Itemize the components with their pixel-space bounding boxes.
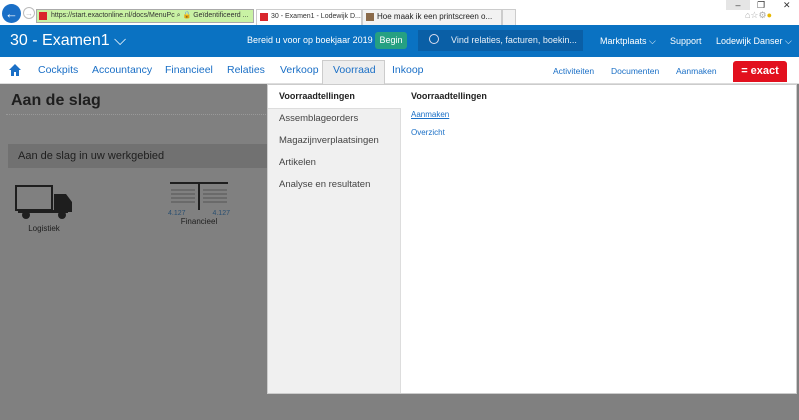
- dropdown-left-column: Voorraadtellingen Assemblageorders Magaz…: [268, 85, 401, 393]
- exact-logo: = exact: [733, 61, 787, 82]
- activiteiten-link[interactable]: Activiteiten: [553, 66, 594, 76]
- menu-item-magazijnverplaatsingen[interactable]: Magazijnverplaatsingen: [279, 135, 379, 146]
- tile-value-credit: 4.127: [212, 210, 230, 217]
- link-overzicht[interactable]: Overzicht: [411, 128, 445, 137]
- nav-financieel[interactable]: Financieel: [165, 64, 213, 76]
- site-icon: [39, 12, 47, 20]
- tile-label: Logistiek: [28, 224, 60, 233]
- home-icon[interactable]: [9, 64, 21, 76]
- link-aanmaken[interactable]: Aanmaken: [411, 110, 449, 119]
- search-input[interactable]: Vind relaties, facturen, boekin...: [418, 30, 583, 51]
- company-selector[interactable]: 30 - Examen1 ⌵: [10, 32, 126, 50]
- nav-relaties[interactable]: Relaties: [227, 64, 265, 76]
- tab-label: Hoe maak ik een printscreen o...: [377, 12, 493, 21]
- nav-accountancy[interactable]: Accountancy: [92, 64, 152, 76]
- truck-icon: [15, 185, 72, 219]
- begin-button[interactable]: Begin: [375, 32, 407, 49]
- promo-text: Bereid u voor op boekjaar 2019: [247, 35, 373, 45]
- minimize-button[interactable]: –: [726, 0, 750, 10]
- divider: [6, 114, 266, 115]
- back-button[interactable]: ←: [2, 4, 21, 23]
- browser-chrome: ← → https://start.exactonline.nl/docs/Me…: [0, 0, 799, 25]
- menu-item-artikelen[interactable]: Artikelen: [279, 157, 316, 168]
- main-nav: Cockpits Accountancy Financieel Relaties…: [0, 57, 799, 84]
- user-menu[interactable]: Lodewijk Danser ⌵: [716, 36, 792, 47]
- voorraad-dropdown: Voorraadtellingen Assemblageorders Magaz…: [267, 84, 797, 394]
- tile-financieel[interactable]: 4.127 4.127 Financieel: [168, 182, 230, 226]
- tab-label: 30 - Examen1 - Lodewijk D...: [271, 13, 361, 20]
- support-link[interactable]: Support: [670, 36, 702, 46]
- search-placeholder: Vind relaties, facturen, boekin...: [451, 35, 577, 45]
- nav-cockpits[interactable]: Cockpits: [38, 64, 78, 76]
- forward-button[interactable]: →: [23, 7, 35, 19]
- tile-logistiek[interactable]: Logistiek: [14, 184, 74, 233]
- tile-label: Financieel: [180, 217, 218, 226]
- menu-item-analyse[interactable]: Analyse en resultaten: [279, 179, 370, 190]
- nav-inkoop[interactable]: Inkoop: [392, 64, 424, 76]
- menu-item-voorraadtellingen[interactable]: Voorraadtellingen: [268, 85, 401, 109]
- page-title: Aan de slag: [11, 92, 101, 109]
- aanmaken-link[interactable]: Aanmaken: [676, 66, 717, 76]
- address-bar[interactable]: https://start.exactonline.nl/docs/MenuPc…: [36, 9, 254, 23]
- url: https://start.exactonline.nl/docs/MenuPc: [51, 12, 175, 19]
- nav-voorraad[interactable]: Voorraad: [333, 64, 376, 76]
- app-header: 30 - Examen1 ⌵ Bereid u voor op boekjaar…: [0, 25, 799, 57]
- nav-verkoop[interactable]: Verkoop: [280, 64, 319, 76]
- home-star-gear-icon[interactable]: ⌂☆⚙●: [745, 10, 772, 21]
- tab-icon: [260, 13, 268, 21]
- tab-printscreen[interactable]: Hoe maak ik een printscreen o...: [362, 9, 502, 25]
- cert: Geïdentificeerd ...: [193, 12, 249, 19]
- documenten-link[interactable]: Documenten: [611, 66, 659, 76]
- section-header: Aan de slag in uw werkgebied: [8, 144, 270, 168]
- search-icon: [429, 34, 439, 44]
- ledger-icon: [170, 182, 228, 210]
- submenu-header: Voorraadtellingen: [411, 91, 487, 101]
- menu-item-assemblageorders[interactable]: Assemblageorders: [279, 113, 358, 124]
- marktplaats-menu[interactable]: Marktplaats ⌵: [600, 36, 656, 47]
- close-button[interactable]: ✕: [783, 0, 791, 11]
- new-tab-button[interactable]: [502, 9, 516, 25]
- tab-icon: [366, 13, 374, 21]
- tile-value-debit: 4.127: [168, 210, 186, 217]
- tab-examen[interactable]: 30 - Examen1 - Lodewijk D...: [256, 9, 362, 25]
